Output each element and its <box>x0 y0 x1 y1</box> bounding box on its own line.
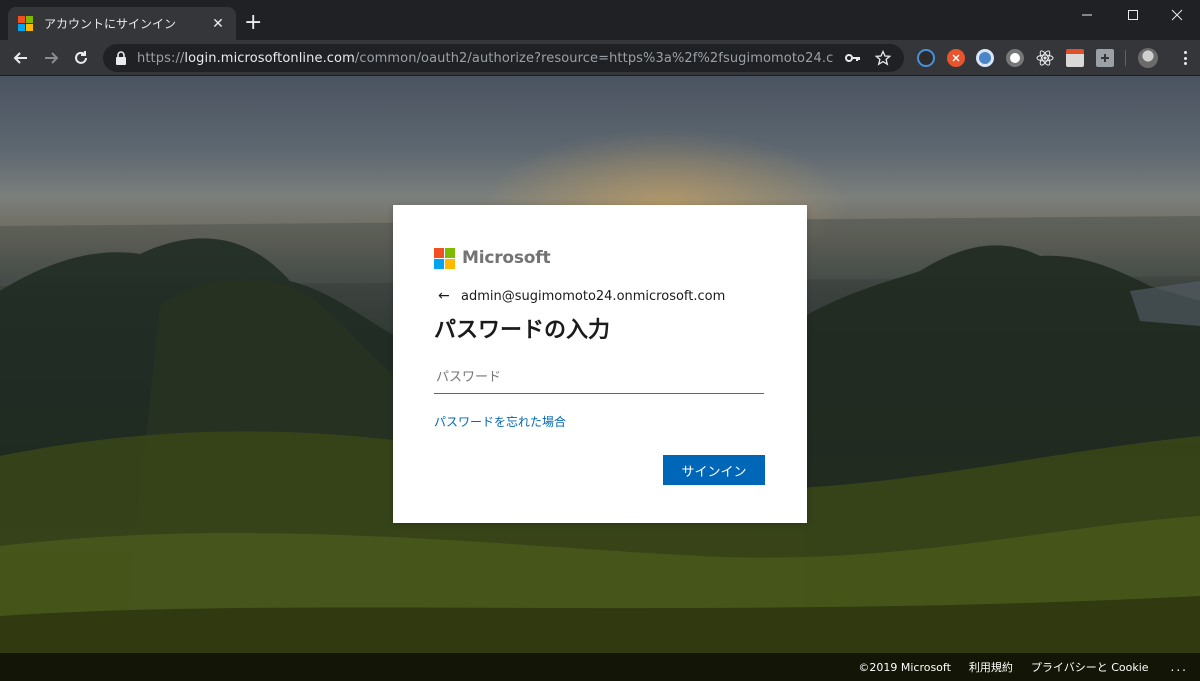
maximize-button[interactable] <box>1110 0 1156 30</box>
password-field-wrapper <box>434 362 764 394</box>
account-email: admin@sugimomoto24.onmicrosoft.com <box>461 288 726 304</box>
maximize-icon <box>1128 10 1138 20</box>
close-icon <box>1171 9 1183 21</box>
browser-tab[interactable]: アカウントにサインイン ✕ <box>8 7 236 40</box>
page-title: パスワードの入力 <box>434 318 611 343</box>
minimize-icon <box>1082 14 1092 16</box>
microsoft-logo-icon <box>434 247 455 269</box>
url-text: https://login.microsoftonline.com/common… <box>137 51 834 66</box>
privacy-cookies-link[interactable]: プライバシーと Cookie <box>1031 659 1149 675</box>
key-icon[interactable] <box>842 48 864 68</box>
address-bar[interactable]: https://login.microsoftonline.com/common… <box>103 44 904 72</box>
browser-toolbar: https://login.microsoftonline.com/common… <box>0 40 1200 76</box>
toolbar-divider <box>1125 50 1126 66</box>
browser-menu-button[interactable] <box>1176 48 1194 68</box>
reload-button[interactable] <box>68 46 94 70</box>
extension-icon[interactable] <box>1066 49 1084 67</box>
page-viewport: Microsoft ← admin@sugimomoto24.onmicroso… <box>0 76 1200 681</box>
more-options-button[interactable]: ... <box>1171 660 1188 674</box>
extension-icon[interactable] <box>917 49 935 67</box>
signin-button[interactable]: サインイン <box>663 455 765 485</box>
forward-button[interactable] <box>38 46 64 70</box>
star-icon[interactable] <box>872 48 894 68</box>
lock-icon <box>116 51 126 65</box>
back-button[interactable] <box>8 46 34 70</box>
password-input[interactable] <box>434 362 764 392</box>
new-tab-button[interactable]: + <box>244 12 262 34</box>
url-scheme: https:// <box>137 50 185 66</box>
url-host: login.microsoftonline.com <box>184 50 355 66</box>
tab-close-icon[interactable]: ✕ <box>210 16 226 32</box>
copyright-text: ©2019 Microsoft <box>858 660 951 674</box>
terms-link[interactable]: 利用規約 <box>969 659 1013 675</box>
extension-icon[interactable] <box>1096 49 1114 67</box>
forgot-password-link[interactable]: パスワードを忘れた場合 <box>434 413 566 430</box>
back-icon <box>13 52 27 64</box>
identity-banner[interactable]: ← admin@sugimomoto24.onmicrosoft.com <box>434 286 766 306</box>
tab-title: アカウントにサインイン <box>44 17 177 31</box>
url-path: /common/oauth2/authorize?resource=https%… <box>354 50 834 66</box>
browser-titlebar: アカウントにサインイン ✕ + <box>0 0 1200 40</box>
signin-card: Microsoft ← admin@sugimomoto24.onmicroso… <box>393 205 807 523</box>
extension-icon[interactable] <box>1006 49 1024 67</box>
microsoft-favicon-icon <box>18 15 34 32</box>
forward-icon <box>45 52 59 64</box>
close-window-button[interactable] <box>1154 0 1200 30</box>
microsoft-wordmark: Microsoft <box>462 248 551 268</box>
microsoft-logo: Microsoft <box>434 246 766 270</box>
signin-actions: サインイン <box>434 455 765 485</box>
extension-icon[interactable] <box>976 49 994 67</box>
extension-icon[interactable] <box>1036 49 1054 67</box>
reload-icon <box>75 51 87 64</box>
minimize-button[interactable] <box>1064 0 1110 30</box>
profile-avatar[interactable] <box>1138 48 1158 68</box>
extension-icon[interactable] <box>947 49 965 67</box>
back-arrow-icon[interactable]: ← <box>438 288 456 304</box>
page-footer: ©2019 Microsoft 利用規約 プライバシーと Cookie ... <box>0 653 1200 681</box>
